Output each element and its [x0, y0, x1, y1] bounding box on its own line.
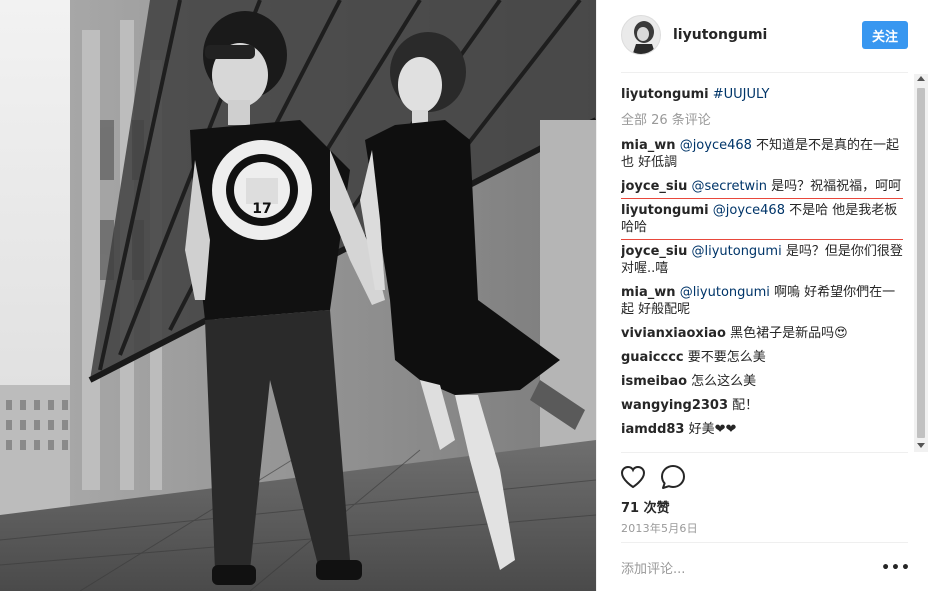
- comment-mention[interactable]: @joyce468: [713, 203, 785, 218]
- comment-item: joyce_siu @secretwin 是吗？祝福祝福，呵呵: [621, 178, 903, 195]
- comment-item: guaicccc 要不要怎么美: [621, 349, 903, 366]
- comment-username[interactable]: joyce_siu: [621, 179, 687, 194]
- comment-text: 配！: [728, 398, 759, 413]
- header-divider: [621, 72, 908, 73]
- comment-item: joyce_siu @liyutongumi 是吗？但是你们很登对喔..嘻: [621, 243, 903, 277]
- comment-username[interactable]: wangying2303: [621, 398, 728, 413]
- post-caption: liyutongumi #UUJULY: [621, 86, 903, 103]
- author-username[interactable]: liyutongumi: [673, 27, 767, 43]
- comment-mention[interactable]: @joyce468: [680, 138, 752, 153]
- post-side-panel: liyutongumi 关注 liyutongumi #UUJULY 全部 26…: [596, 0, 928, 591]
- comment-text: 要不要怎么美: [683, 350, 766, 365]
- author-avatar[interactable]: [621, 15, 661, 55]
- comment-item-highlighted: liyutongumi @joyce468 不是哈 他是我老板哈哈: [621, 198, 903, 240]
- comment-text: 好美❤❤: [684, 422, 737, 437]
- comment-username[interactable]: joyce_siu: [621, 244, 687, 259]
- post-date[interactable]: 2013年5月6日: [621, 520, 698, 536]
- likes-count[interactable]: 71 次赞: [621, 497, 670, 516]
- comment-item: mia_wn @joyce468 不知道是不是真的在一起也 好低調: [621, 137, 903, 171]
- post-photo: 17: [0, 0, 596, 591]
- comment-username[interactable]: iamdd83: [621, 422, 684, 437]
- follow-button[interactable]: 关注: [862, 21, 908, 49]
- comment-username[interactable]: liyutongumi: [621, 203, 709, 218]
- comment-username[interactable]: mia_wn: [621, 138, 676, 153]
- post-header: liyutongumi 关注: [621, 14, 908, 56]
- comment-username[interactable]: ismeibao: [621, 374, 687, 389]
- scroll-up-arrow-icon[interactable]: [917, 76, 925, 81]
- scroll-down-arrow-icon[interactable]: [917, 443, 925, 448]
- post-actions: [619, 463, 699, 491]
- comment-username[interactable]: guaicccc: [621, 350, 684, 365]
- comment-mention[interactable]: @liyutongumi: [691, 244, 781, 259]
- photo-image: 17: [0, 0, 596, 591]
- scrollbar-thumb[interactable]: [917, 88, 925, 438]
- comment-item: mia_wn @liyutongumi 啊嗚 好希望你們在一起 好般配呢: [621, 284, 903, 318]
- comment-text: 怎么这么美: [687, 374, 757, 389]
- caption-hashtag[interactable]: #UUJULY: [713, 87, 770, 102]
- comment-text: 是吗？祝福祝福，呵呵: [767, 179, 902, 194]
- heart-icon[interactable]: [619, 463, 647, 491]
- comments-list[interactable]: liyutongumi #UUJULY 全部 26 条评论 mia_wn @jo…: [621, 86, 903, 452]
- avatar-image: [622, 16, 660, 54]
- comment-item: ismeibao 怎么这么美: [621, 373, 903, 390]
- comment-item: iamdd83 好美❤❤: [621, 421, 903, 438]
- svg-text:17: 17: [252, 201, 271, 217]
- view-all-comments-link[interactable]: 全部 26 条评论: [621, 112, 903, 129]
- comment-text: 黑色裙子是新品吗😍: [725, 326, 848, 341]
- comment-username[interactable]: mia_wn: [621, 285, 676, 300]
- comment-item: wangying2303 配！: [621, 397, 903, 414]
- comment-bubble-icon[interactable]: [659, 463, 687, 491]
- comment-username[interactable]: vivianxiaoxiao: [621, 326, 726, 341]
- comment-mention[interactable]: @secretwin: [691, 179, 767, 194]
- footer-divider: [621, 542, 908, 543]
- more-dots-icon[interactable]: •••: [881, 558, 910, 578]
- comments-divider: [621, 452, 908, 453]
- add-comment-input[interactable]: [621, 556, 871, 582]
- comment-item: vivianxiaoxiao 黑色裙子是新品吗😍: [621, 325, 903, 342]
- comments-scrollbar[interactable]: [914, 74, 928, 452]
- caption-username[interactable]: liyutongumi: [621, 87, 709, 102]
- comment-mention[interactable]: @liyutongumi: [680, 285, 770, 300]
